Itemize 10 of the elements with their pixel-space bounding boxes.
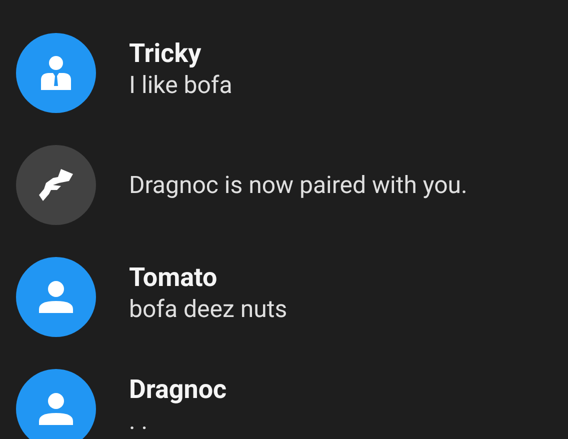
system-message: Dragnoc is now paired with you. bbox=[129, 170, 468, 200]
person-icon bbox=[39, 281, 73, 313]
person-icon bbox=[39, 393, 73, 425]
sender-name: Tricky bbox=[129, 38, 202, 70]
message-text: bofa deez nuts bbox=[129, 294, 288, 324]
business-person-icon bbox=[41, 56, 71, 90]
message-text: . . bbox=[129, 406, 149, 436]
sender-name: Dragnoc bbox=[129, 374, 227, 406]
sender-name: Tomato bbox=[129, 262, 218, 294]
message-text: I like bofa bbox=[129, 70, 232, 100]
